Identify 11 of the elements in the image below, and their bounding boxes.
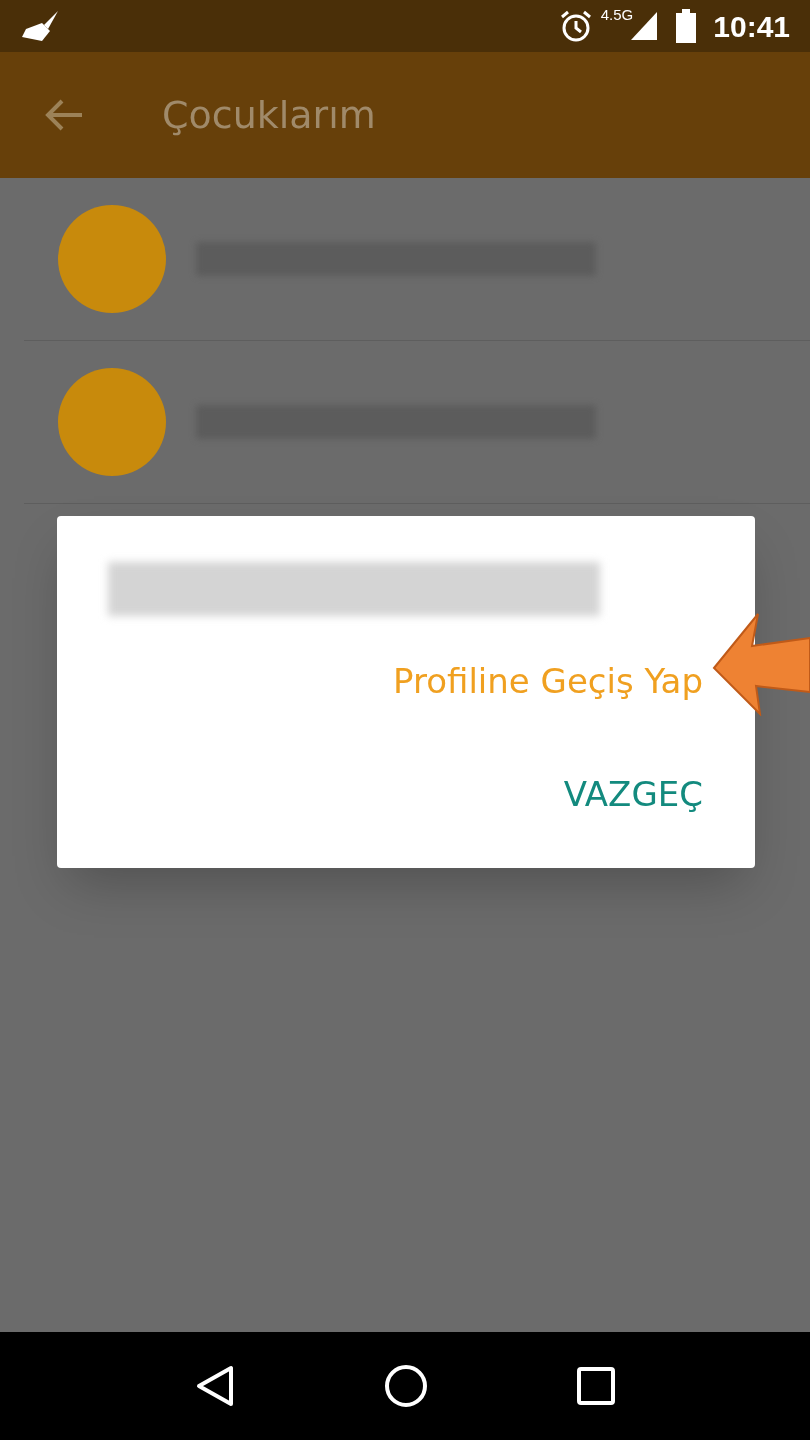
recents-nav-icon[interactable] [577,1367,616,1405]
network-type: 4.5G [600,5,634,25]
back-arrow-icon [44,98,84,132]
home-nav-icon[interactable] [384,1364,428,1408]
back-nav-icon[interactable] [194,1365,235,1407]
alarm-icon [558,9,593,43]
clock: 10:41 [713,8,790,45]
switch-profile-link[interactable]: Profiline Geçiş Yap [393,656,703,707]
screen-title: Çocuklarım [162,91,376,139]
cancel-button[interactable]: VAZGEÇ [563,769,703,820]
battery-icon [675,9,698,43]
